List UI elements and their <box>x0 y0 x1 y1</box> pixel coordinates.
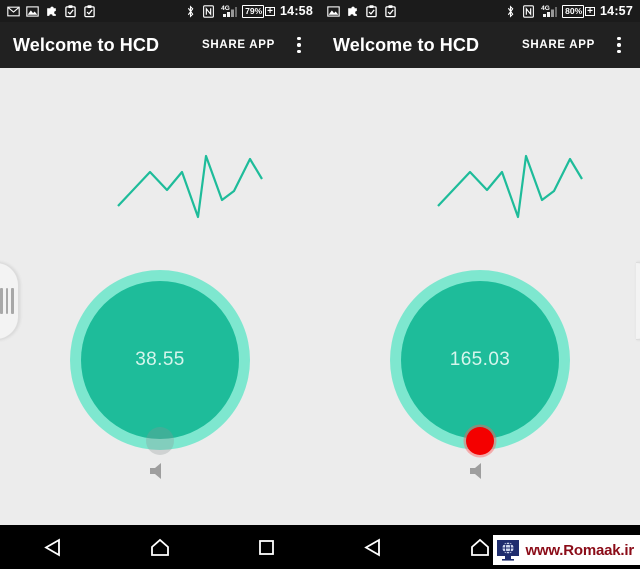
status-bar: 4G 80% + 14:57 <box>320 0 640 22</box>
share-app-button[interactable]: SHARE APP <box>522 39 595 51</box>
site-watermark: www.Romaak.ir <box>493 535 640 565</box>
gauge-status-indicator <box>146 427 174 455</box>
back-triangle-icon[interactable] <box>30 525 76 569</box>
battery-level-label: 80% <box>565 5 583 16</box>
clipboard-check-alt-icon <box>385 4 396 17</box>
status-bar: 4G 79% + 14:58 <box>0 0 320 22</box>
gauge-value-label: 38.55 <box>135 349 185 370</box>
gauge-disc[interactable]: 165.03 <box>401 281 559 439</box>
clock-label: 14:58 <box>280 4 313 18</box>
globe-monitor-icon <box>497 540 520 561</box>
waveform-polyline <box>117 154 263 219</box>
battery-charging-icon: + <box>265 5 276 17</box>
battery-indicator: 79% + <box>242 4 276 18</box>
speaker-muted-icon[interactable] <box>147 460 173 482</box>
battery-level-label: 79% <box>245 5 263 16</box>
nfc-icon <box>203 4 215 18</box>
action-bar: Welcome to HCD SHARE APP <box>0 22 320 68</box>
waveform-polyline <box>437 154 583 219</box>
device-panels: 4G 79% + 14:58 Welcome to HCD SHARE APP <box>0 0 640 525</box>
panel-body: 38.55 RUN MANUAL TEST <box>0 68 320 525</box>
status-system-icons: 4G 80% + 14:57 <box>504 4 633 18</box>
signal-bars-icon <box>543 7 558 17</box>
clipboard-check-icon <box>65 4 76 17</box>
app-title: Welcome to HCD <box>333 34 480 55</box>
overflow-menu-icon[interactable] <box>291 33 307 58</box>
action-bar: Welcome to HCD SHARE APP <box>320 22 640 68</box>
gmail-icon <box>7 6 20 16</box>
status-notification-icons <box>7 4 96 18</box>
status-notification-icons <box>327 4 397 18</box>
share-app-button[interactable]: SHARE APP <box>202 39 275 51</box>
back-triangle-icon[interactable] <box>350 525 396 569</box>
battery-charging-icon: + <box>585 5 596 17</box>
gauge-value-label: 165.03 <box>449 349 511 370</box>
device-panel-left: 4G 79% + 14:58 Welcome to HCD SHARE APP <box>0 0 320 525</box>
measurement-gauge[interactable]: 165.03 <box>390 270 570 455</box>
gauge-status-indicator <box>466 427 494 455</box>
measurement-gauge[interactable]: 38.55 <box>70 270 250 455</box>
screenshot-root: 4G 79% + 14:58 Welcome to HCD SHARE APP <box>0 0 640 569</box>
device-panel-right: 4G 80% + 14:57 Welcome to HCD SHARE APP <box>320 0 640 525</box>
clipboard-check-alt-icon <box>84 4 95 17</box>
nfc-icon <box>523 4 535 18</box>
battery-indicator: 80% + <box>562 4 596 18</box>
network-indicator: 4G <box>540 4 558 18</box>
puzzle-icon <box>348 6 357 16</box>
clipboard-check-icon <box>366 4 377 17</box>
photo-icon <box>26 5 39 17</box>
photo-icon <box>327 5 340 17</box>
overflow-menu-icon[interactable] <box>611 33 627 58</box>
status-system-icons: 4G 79% + 14:58 <box>184 4 313 18</box>
speaker-muted-icon[interactable] <box>467 460 493 482</box>
bluetooth-icon <box>188 4 194 18</box>
app-title: Welcome to HCD <box>13 34 160 55</box>
gauge-disc[interactable]: 38.55 <box>81 281 239 439</box>
bluetooth-icon <box>508 4 514 18</box>
signal-bars-icon <box>223 7 238 17</box>
heartbeat-waveform-chart <box>117 154 263 219</box>
clock-label: 14:57 <box>600 4 633 18</box>
home-icon[interactable] <box>137 525 183 569</box>
drawer-handle-grip-icon[interactable] <box>636 262 640 340</box>
system-navigation-bar: www.Romaak.ir <box>0 525 640 569</box>
panel-body: 165.03 RUN MANUAL TEST <box>320 68 640 525</box>
network-indicator: 4G <box>220 4 238 18</box>
puzzle-icon <box>47 6 56 16</box>
watermark-label: www.Romaak.ir <box>525 541 634 559</box>
nav-group-left <box>0 525 320 569</box>
recents-square-icon[interactable] <box>244 525 290 569</box>
heartbeat-waveform-chart <box>437 154 583 219</box>
